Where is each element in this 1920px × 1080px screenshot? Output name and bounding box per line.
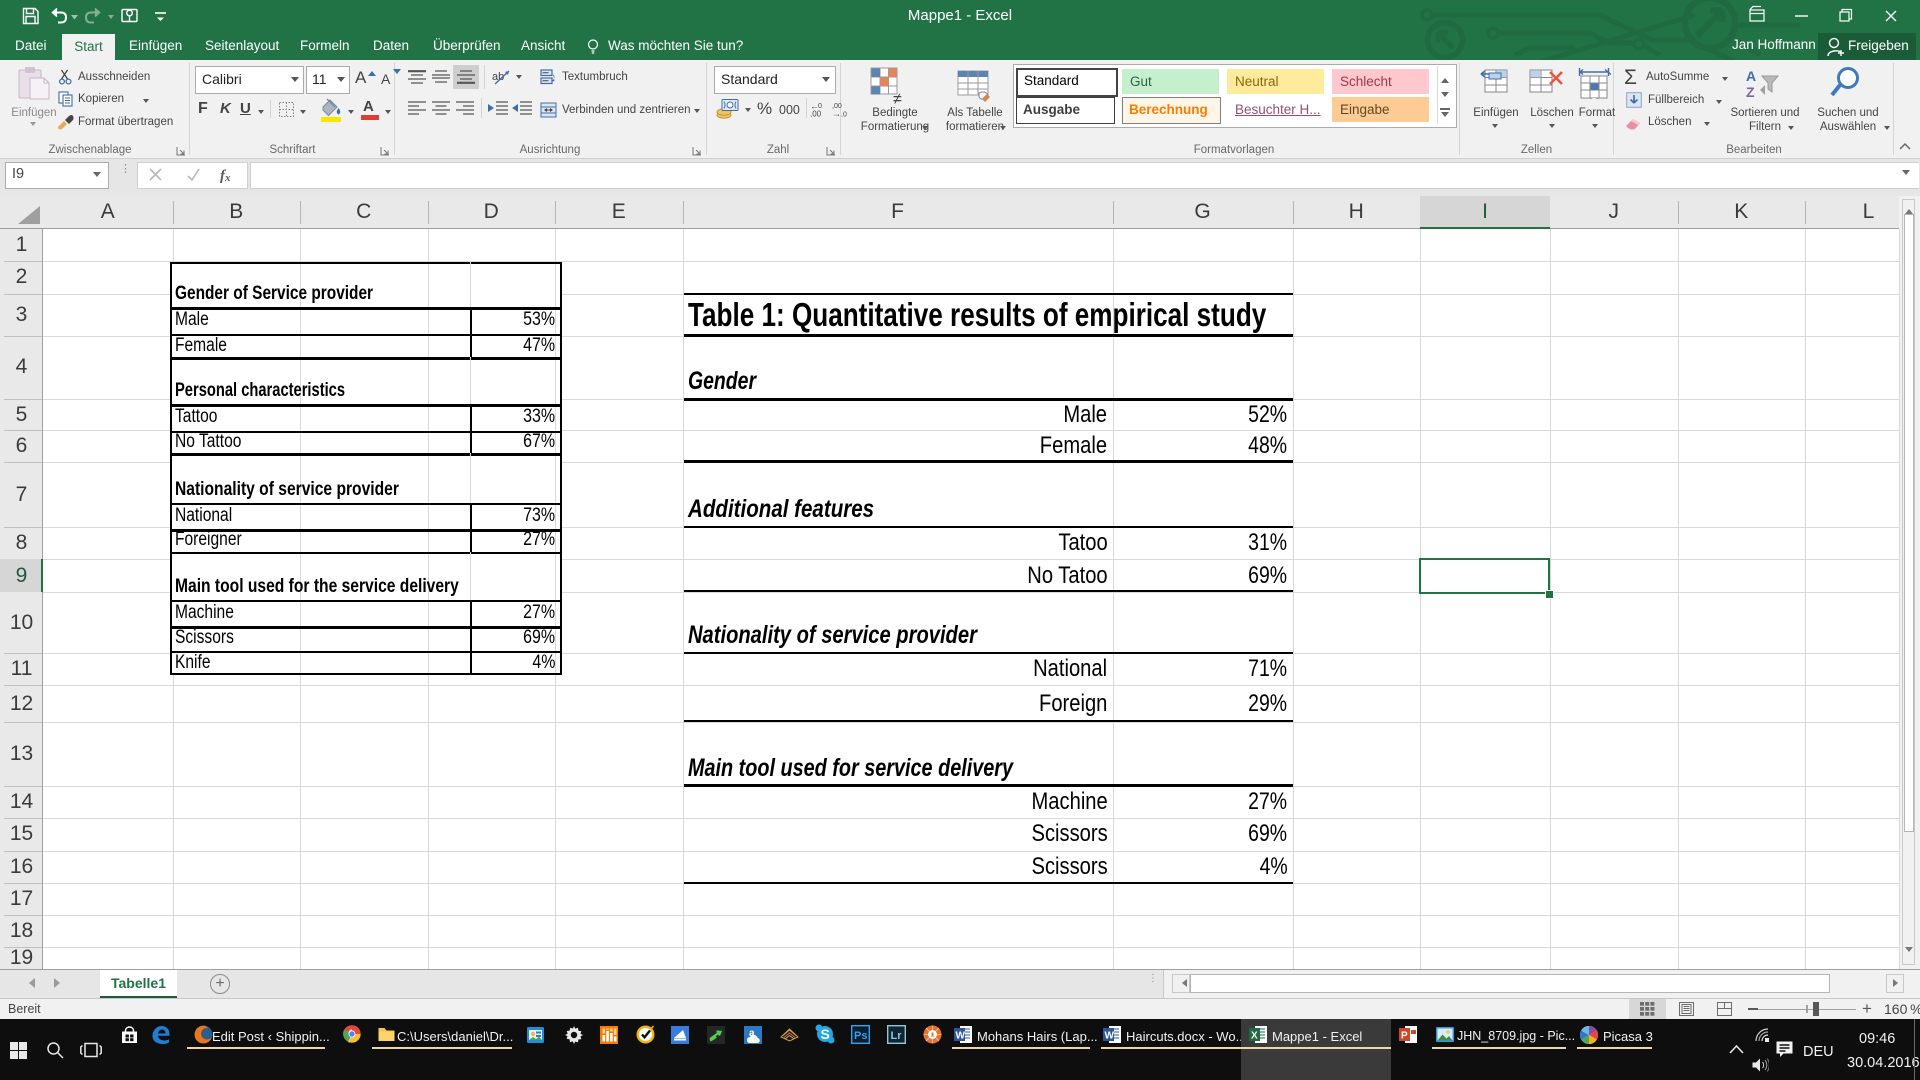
svg-text:P: P [1401,1031,1408,1042]
svg-text:Ps: Ps [854,1030,867,1042]
svg-text:,00: ,00 [810,110,822,118]
svg-text:fx: fx [220,168,231,183]
svg-text:≠: ≠ [893,91,902,106]
svg-text:W: W [1105,1031,1115,1042]
svg-text:A: A [1746,68,1756,84]
svg-text:W: W [956,1031,966,1042]
svg-text:X: X [1251,1031,1258,1042]
svg-text:Z: Z [1746,84,1755,98]
svg-text:S: S [821,1026,830,1042]
svg-text:Lr: Lr [891,1030,903,1042]
